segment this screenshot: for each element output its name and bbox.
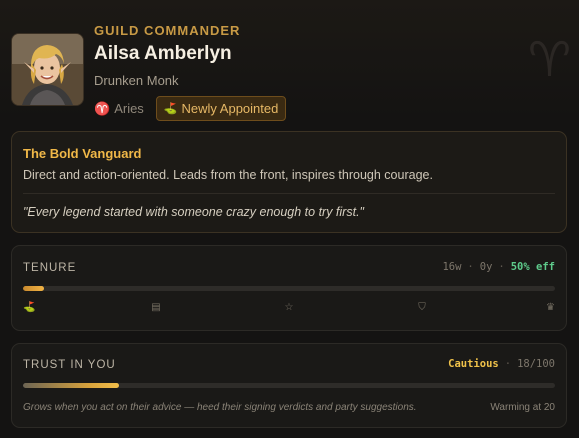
header-text: GUILD COMMANDER Ailsa Amberlyn Drunken M… xyxy=(94,22,287,121)
tenure-label: TENURE xyxy=(23,262,77,274)
trust-score: 18/100 xyxy=(517,358,555,370)
tenure-card: TENURE 16w · 0y · 50% eff ⛳ ▤ ☆ ⛉ ♛ xyxy=(11,245,567,331)
tenure-years: 0y xyxy=(479,261,493,273)
separator-dot: · xyxy=(467,261,474,273)
trust-progress-bar xyxy=(23,383,555,388)
trust-next-threshold: Warming at 20 xyxy=(490,402,555,413)
divider xyxy=(23,193,555,194)
tenure-milestones: ⛳ ▤ ☆ ⛉ ♛ xyxy=(23,302,555,318)
clipboard-icon: ▤ xyxy=(151,302,161,313)
tenure-weeks: 16w xyxy=(442,261,462,273)
separator-dot: · xyxy=(498,261,505,273)
archetype-title: The Bold Vanguard xyxy=(23,146,142,161)
tenure-stats: 16w · 0y · 50% eff xyxy=(442,261,555,273)
trust-progress-fill xyxy=(23,383,119,388)
avatar[interactable] xyxy=(11,33,84,106)
commander-name: Ailsa Amberlyn xyxy=(94,43,232,64)
commander-class: Drunken Monk xyxy=(94,73,179,88)
separator-dot: · xyxy=(504,358,512,370)
trust-level: Cautious xyxy=(448,358,499,370)
aries-watermark-icon: ♈ xyxy=(528,32,572,88)
commander-role: GUILD COMMANDER xyxy=(94,23,241,38)
star-icon: ☆ xyxy=(284,302,294,313)
shield-icon: ⛉ xyxy=(418,302,426,313)
status-badge: ⛳ Newly Appointed xyxy=(155,96,287,121)
aries-icon: ♈ xyxy=(94,100,111,116)
tenure-progress-fill xyxy=(23,286,45,291)
zodiac-sign: ♈ Aries xyxy=(94,101,144,117)
header-chips: ♈ Aries ⛳ Newly Appointed xyxy=(94,96,287,121)
trust-hint: Grows when you act on their advice — hee… xyxy=(23,402,417,413)
trust-stats: Cautious · 18/100 xyxy=(448,358,555,370)
tenure-progress-bar xyxy=(23,286,555,291)
tenure-efficiency: 50% eff xyxy=(510,261,555,273)
crown-icon: ♛ xyxy=(546,302,555,313)
commander-header: GUILD COMMANDER Ailsa Amberlyn Drunken M… xyxy=(11,22,571,121)
trust-card: TRUST IN YOU Cautious · 18/100 Grows whe… xyxy=(11,343,567,428)
trust-label: TRUST IN YOU xyxy=(23,359,116,371)
archetype-quote: "Every legend started with someone crazy… xyxy=(23,205,364,219)
zodiac-label: Aries xyxy=(114,101,144,116)
status-badge-label: Newly Appointed xyxy=(181,101,279,116)
archetype-description: Direct and action-oriented. Leads from t… xyxy=(23,168,433,182)
flag-icon: ⛳ xyxy=(163,103,178,115)
archetype-card: The Bold Vanguard Direct and action-orie… xyxy=(11,131,567,233)
flag-icon: ⛳ xyxy=(23,302,36,313)
